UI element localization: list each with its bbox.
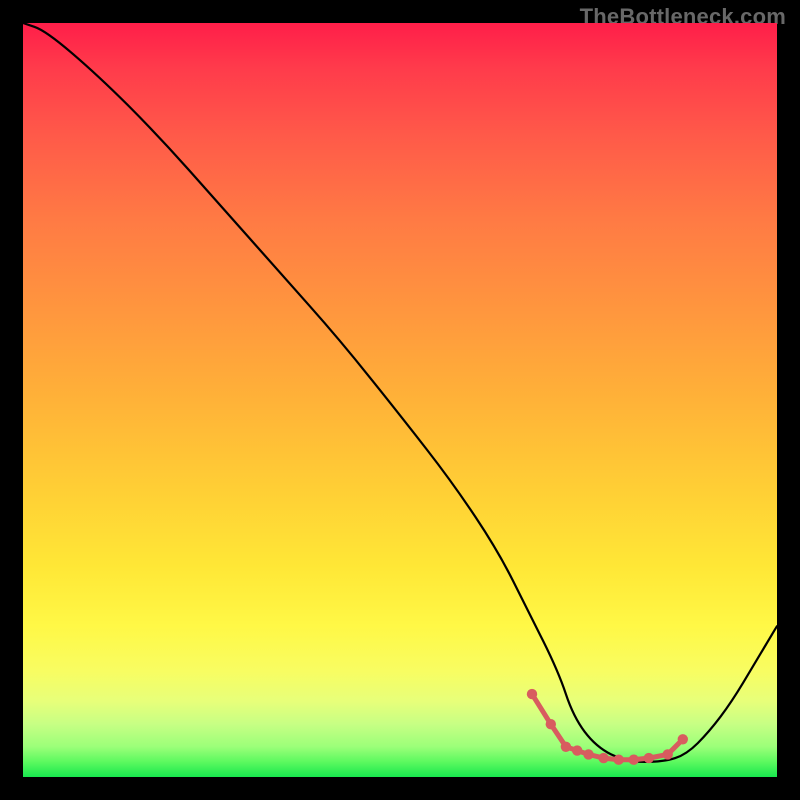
chart-plot-area: [23, 23, 777, 777]
bottleneck-curve: [23, 23, 777, 762]
chart-frame: TheBottleneck.com: [0, 0, 800, 800]
chart-svg: [23, 23, 777, 777]
